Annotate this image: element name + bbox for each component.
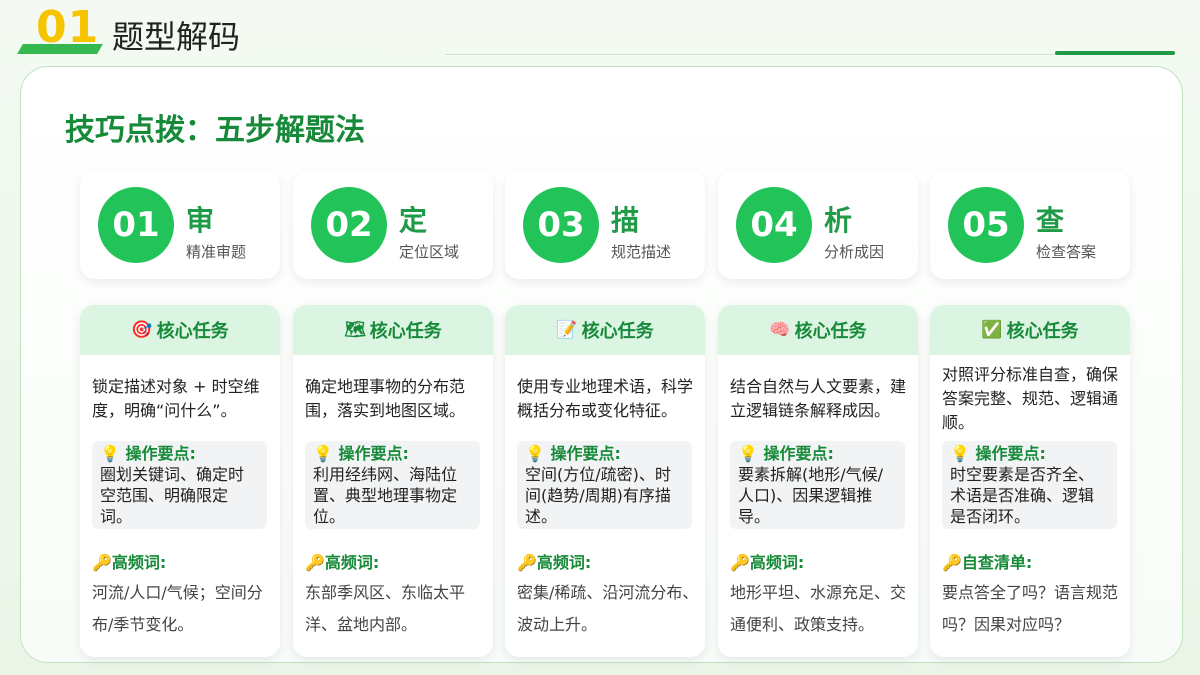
- task-description: 使用专业地理术语，科学概括分布或变化特征。: [517, 377, 694, 420]
- key-icon: 🔑: [92, 553, 112, 572]
- step-number: 02: [311, 187, 387, 263]
- tips-box: 💡 操作要点: 要素拆解(地形/气候/人口)、因果逻辑推导。: [730, 441, 905, 529]
- panel-title: 技巧点拨：五步解题法: [65, 113, 365, 148]
- task-header-label: 核心任务: [794, 321, 867, 342]
- header-accent-bar: [1055, 51, 1175, 55]
- step-card-5: 05 查 检查答案: [930, 171, 1130, 279]
- task-header: 🧠 核心任务: [718, 305, 918, 355]
- tips-box: 💡 操作要点: 时空要素是否齐全、术语是否准确、逻辑是否闭环。: [942, 441, 1117, 529]
- step-number: 05: [948, 187, 1024, 263]
- step-subtitle: 定位区域: [399, 243, 460, 261]
- keyword-text: 河流/人口/气候；空间分布/季节变化。: [92, 583, 263, 634]
- task-header-label: 核心任务: [1006, 321, 1079, 342]
- check-mark-icon: ✅: [981, 320, 1003, 340]
- task-header: 🗺 核心任务: [293, 305, 493, 355]
- task-header: 🎯 核心任务: [80, 305, 280, 355]
- lightbulb-icon: 💡: [313, 444, 333, 463]
- step-subtitle: 规范描述: [611, 243, 672, 261]
- key-icon: 🔑: [305, 553, 325, 572]
- tips-title: 💡 操作要点:: [525, 444, 684, 464]
- keyword-text: 密集/稀疏、沿河流分布、波动上升。: [517, 583, 699, 634]
- tips-title: 💡 操作要点:: [950, 444, 1109, 464]
- key-icon: 🔑: [942, 553, 962, 572]
- keyword-title-label: 高频词:: [111, 553, 167, 572]
- lightbulb-icon: 💡: [950, 444, 970, 463]
- key-icon: 🔑: [517, 553, 537, 572]
- tips-title: 💡 操作要点:: [100, 444, 259, 464]
- step-number: 04: [736, 187, 812, 263]
- tips-text: 时空要素是否齐全、术语是否准确、逻辑是否闭环。: [950, 465, 1095, 526]
- task-description: 锁定描述对象 + 时空维度，明确“问什么”。: [92, 377, 260, 420]
- keyword-title-label: 高频词:: [536, 553, 592, 572]
- target-icon: 🎯: [131, 320, 153, 340]
- brain-icon: 🧠: [769, 320, 791, 340]
- step-card-4: 04 析 分析成因: [718, 171, 918, 279]
- step-number: 03: [523, 187, 599, 263]
- tips-title: 💡 操作要点:: [738, 444, 897, 464]
- keyword-title-label: 高频词:: [324, 553, 380, 572]
- tips-title-label: 操作要点:: [338, 444, 409, 463]
- keyword-title: 🔑高频词:: [92, 549, 166, 573]
- section-title: 题型解码: [112, 18, 241, 56]
- step-subtitle: 检查答案: [1036, 243, 1097, 261]
- step-char: 析: [824, 204, 853, 237]
- tips-title-label: 操作要点:: [125, 444, 196, 463]
- step-number: 01: [98, 187, 174, 263]
- task-header-label: 核心任务: [369, 321, 442, 342]
- keyword-title: 🔑高频词:: [730, 549, 804, 573]
- step-char: 描: [611, 204, 640, 237]
- keyword-title-label: 高频词:: [749, 553, 805, 572]
- keyword-title: 🔑高频词:: [517, 549, 591, 573]
- task-header-label: 核心任务: [581, 321, 654, 342]
- tips-title-label: 操作要点:: [975, 444, 1046, 463]
- keyword-text: 东部季风区、东临太平洋、盆地内部。: [305, 583, 466, 634]
- step-subtitle: 精准审题: [186, 243, 247, 261]
- step-card-3: 03 描 规范描述: [505, 171, 705, 279]
- main-panel: 技巧点拨：五步解题法 01 审 精准审题 02 定 定位区域 03 描 规范描述…: [20, 66, 1183, 663]
- task-header: ✅ 核心任务: [930, 305, 1130, 355]
- lightbulb-icon: 💡: [738, 444, 758, 463]
- step-card-2: 02 定 定位区域: [293, 171, 493, 279]
- tips-box: 💡 操作要点: 利用经纬网、海陆位置、典型地理事物定位。: [305, 441, 480, 529]
- keyword-text: 要点答全了吗？语言规范吗？因果对应吗？: [942, 583, 1119, 634]
- step-char: 定: [399, 204, 428, 237]
- section-number: 01: [36, 2, 100, 53]
- memo-icon: 📝: [556, 320, 578, 340]
- tips-box: 💡 操作要点: 空间(方位/疏密)、时间(趋势/周期)有序描述。: [517, 441, 692, 529]
- task-description: 确定地理事物的分布范围，落实到地图区域。: [305, 377, 466, 420]
- task-description: 对照评分标准自查，确保答案完整、规范、逻辑通顺。: [942, 365, 1119, 432]
- step-char: 查: [1036, 204, 1065, 237]
- lightbulb-icon: 💡: [100, 444, 120, 463]
- task-header: 📝 核心任务: [505, 305, 705, 355]
- tips-text: 利用经纬网、海陆位置、典型地理事物定位。: [313, 465, 458, 526]
- task-header-label: 核心任务: [156, 321, 229, 342]
- step-card-1: 01 审 精准审题: [80, 171, 280, 279]
- tips-title-label: 操作要点:: [550, 444, 621, 463]
- keyword-text: 地形平坦、水源充足、交通便利、政策支持。: [730, 583, 907, 634]
- tips-text: 要素拆解(地形/气候/人口)、因果逻辑推导。: [738, 465, 884, 526]
- tips-title: 💡 操作要点:: [313, 444, 472, 464]
- keyword-title: 🔑高频词:: [305, 549, 379, 573]
- tips-box: 💡 操作要点: 圈划关键词、确定时空范围、明确限定词。: [92, 441, 267, 529]
- task-card-3: 📝 核心任务 使用专业地理术语，科学概括分布或变化特征。 💡 操作要点: 空间(…: [505, 305, 705, 657]
- task-card-4: 🧠 核心任务 结合自然与人文要素，建立逻辑链条解释成因。 💡 操作要点: 要素拆…: [718, 305, 918, 657]
- task-card-2: 🗺 核心任务 确定地理事物的分布范围，落实到地图区域。 💡 操作要点: 利用经纬…: [293, 305, 493, 657]
- task-card-1: 🎯 核心任务 锁定描述对象 + 时空维度，明确“问什么”。 💡 操作要点: 圈划…: [80, 305, 280, 657]
- key-icon: 🔑: [730, 553, 750, 572]
- task-card-5: ✅ 核心任务 对照评分标准自查，确保答案完整、规范、逻辑通顺。 💡 操作要点: …: [930, 305, 1130, 657]
- header: 01 题型解码: [0, 0, 1200, 62]
- tips-title-label: 操作要点:: [763, 444, 834, 463]
- keyword-title: 🔑自查清单:: [942, 549, 1032, 573]
- map-icon: 🗺: [344, 320, 366, 340]
- tips-text: 空间(方位/疏密)、时间(趋势/周期)有序描述。: [525, 465, 671, 526]
- lightbulb-icon: 💡: [525, 444, 545, 463]
- tips-text: 圈划关键词、确定时空范围、明确限定词。: [100, 465, 245, 526]
- step-subtitle: 分析成因: [824, 243, 885, 261]
- task-description: 结合自然与人文要素，建立逻辑链条解释成因。: [730, 377, 907, 420]
- keyword-title-label: 自查清单:: [961, 553, 1033, 572]
- step-char: 审: [186, 204, 215, 237]
